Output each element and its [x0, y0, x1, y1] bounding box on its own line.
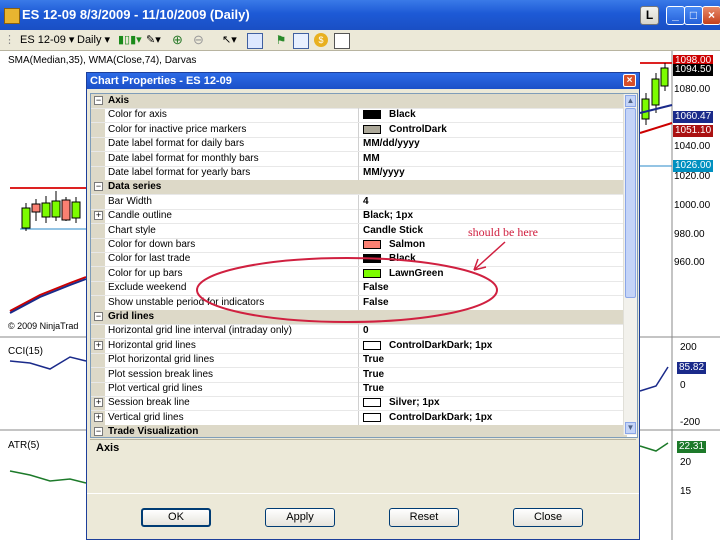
annotation-overlay: [196, 241, 506, 323]
annotation-arrow: [473, 241, 506, 271]
annotation-text: should be here: [468, 225, 538, 239]
annotation-ellipse: [196, 257, 498, 323]
